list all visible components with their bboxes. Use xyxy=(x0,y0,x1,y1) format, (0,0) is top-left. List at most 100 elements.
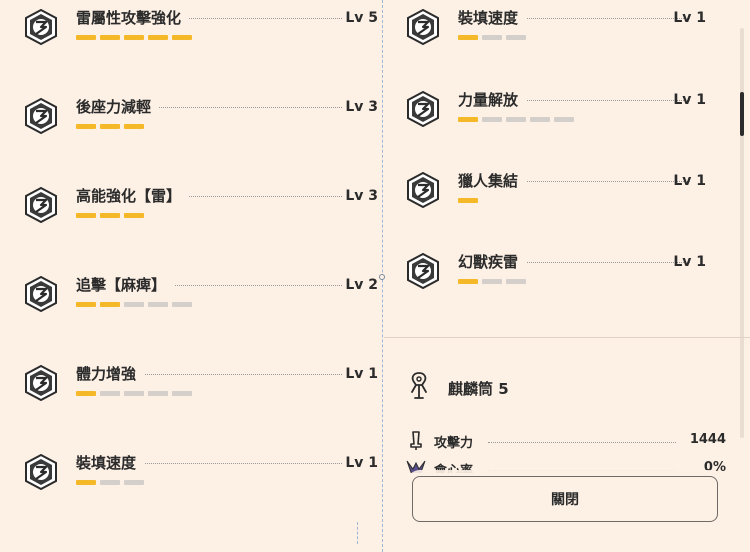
skill-item: 高能強化【雷】 Lv 3 xyxy=(22,186,382,246)
skill-emblem-icon xyxy=(22,275,60,313)
skill-emblem-icon xyxy=(404,90,442,128)
left-skill-list[interactable]: 雷屬性攻擊強化 Lv 5 後座力減輕 Lv 3 高能強化【雷】 Lv 3 追擊【… xyxy=(0,0,382,552)
level-segment-filled xyxy=(124,35,144,40)
level-segment-filled xyxy=(76,302,96,307)
level-segment-filled xyxy=(148,35,168,40)
skill-name: 雷屬性攻擊強化 xyxy=(76,8,190,28)
skill-emblem-icon xyxy=(404,8,442,46)
skill-emblem-icon xyxy=(22,8,60,46)
level-bar xyxy=(76,124,144,129)
level-segment-filled xyxy=(76,35,96,40)
level-segment-filled xyxy=(76,391,96,396)
skill-name: 體力增強 xyxy=(76,364,145,384)
level-segment-filled xyxy=(100,35,120,40)
level-segment-empty xyxy=(124,480,144,485)
level-segment-empty xyxy=(530,117,550,122)
skill-name: 獵人集結 xyxy=(458,171,527,191)
stat-value: 1444 xyxy=(689,432,726,447)
scroll-indicator xyxy=(357,522,358,544)
skill-emblem-icon xyxy=(22,186,60,224)
skill-name: 高能強化【雷】 xyxy=(76,186,190,206)
level-bar xyxy=(76,35,192,40)
dotted-leader xyxy=(132,374,342,375)
level-segment-empty xyxy=(482,117,502,122)
skill-item: 體力增強 Lv 1 xyxy=(22,364,382,424)
level-segment-filled xyxy=(76,480,96,485)
skill-item: 追擊【麻痺】 Lv 2 xyxy=(22,275,382,335)
skill-item: 後座力減輕 Lv 3 xyxy=(22,97,382,157)
skill-level: Lv 3 xyxy=(345,188,378,204)
level-segment-empty xyxy=(172,391,192,396)
dotted-leader xyxy=(132,107,342,108)
skill-emblem-icon xyxy=(22,97,60,135)
level-bar xyxy=(458,198,478,203)
level-bar xyxy=(76,480,144,485)
weapon-header: 麒麟筒 5 xyxy=(406,370,736,410)
level-segment-filled xyxy=(124,213,144,218)
skill-level: Lv 1 xyxy=(673,173,706,189)
skill-emblem-icon xyxy=(22,364,60,402)
level-segment-filled xyxy=(100,124,120,129)
scrollbar-thumb[interactable] xyxy=(740,92,744,136)
skill-level: Lv 1 xyxy=(673,92,706,108)
weapon-name: 麒麟筒 5 xyxy=(448,380,509,398)
level-segment-empty xyxy=(148,302,168,307)
level-segment-filled xyxy=(458,279,478,284)
section-divider xyxy=(384,337,750,338)
skill-item: 力量解放 Lv 1 xyxy=(404,90,730,150)
level-segment-filled xyxy=(76,124,96,129)
skill-summary-panel: 雷屬性攻擊強化 Lv 5 後座力減輕 Lv 3 高能強化【雷】 Lv 3 追擊【… xyxy=(0,0,750,552)
skill-name: 力量解放 xyxy=(458,90,527,110)
level-segment-empty xyxy=(554,117,574,122)
level-segment-filled xyxy=(124,124,144,129)
stat-row: 會心率 0% xyxy=(406,459,726,473)
scrollbar-track[interactable] xyxy=(740,28,744,438)
skill-name: 裝填速度 xyxy=(76,453,145,473)
skill-item: 幻獸疾雷 Lv 1 xyxy=(404,252,730,312)
skill-name: 幻獸疾雷 xyxy=(458,252,527,272)
level-segment-empty xyxy=(506,279,526,284)
skill-emblem-icon xyxy=(22,453,60,491)
level-bar xyxy=(76,391,192,396)
stat-label: 攻擊力 xyxy=(434,432,480,451)
skill-emblem-icon xyxy=(404,252,442,290)
level-segment-filled xyxy=(458,198,478,203)
level-segment-filled xyxy=(458,35,478,40)
skill-item: 裝填速度 Lv 1 xyxy=(404,8,730,68)
skill-level: Lv 5 xyxy=(345,10,378,26)
skill-name: 追擊【麻痺】 xyxy=(76,275,175,295)
skill-level: Lv 1 xyxy=(345,366,378,382)
level-bar xyxy=(76,302,192,307)
level-bar xyxy=(458,279,526,284)
level-segment-empty xyxy=(482,35,502,40)
skill-item: 獵人集結 Lv 1 xyxy=(404,171,730,231)
dotted-leader xyxy=(132,463,342,464)
close-button[interactable]: 關閉 xyxy=(412,476,718,522)
level-segment-empty xyxy=(100,391,120,396)
level-segment-empty xyxy=(148,391,168,396)
skill-item: 裝填速度 Lv 1 xyxy=(22,453,382,513)
skill-level: Lv 2 xyxy=(345,277,378,293)
stat-label: 會心率 xyxy=(434,460,480,473)
level-segment-empty xyxy=(172,302,192,307)
affinity-icon xyxy=(406,459,426,473)
skill-level: Lv 3 xyxy=(345,99,378,115)
level-segment-empty xyxy=(506,35,526,40)
stat-value: 0% xyxy=(703,460,726,473)
skill-level: Lv 1 xyxy=(673,254,706,270)
level-bar xyxy=(458,35,526,40)
level-segment-filled xyxy=(100,213,120,218)
level-segment-empty xyxy=(506,117,526,122)
level-segment-empty xyxy=(482,279,502,284)
skill-name: 後座力減輕 xyxy=(76,97,160,117)
level-segment-filled xyxy=(100,302,120,307)
level-segment-empty xyxy=(124,302,144,307)
level-segment-filled xyxy=(172,35,192,40)
level-segment-filled xyxy=(76,213,96,218)
dotted-leader xyxy=(488,470,676,471)
skill-level: Lv 1 xyxy=(345,455,378,471)
skill-emblem-icon xyxy=(404,171,442,209)
level-segment-filled xyxy=(458,117,478,122)
skill-item: 雷屬性攻擊強化 Lv 5 xyxy=(22,8,382,68)
level-segment-empty xyxy=(100,480,120,485)
